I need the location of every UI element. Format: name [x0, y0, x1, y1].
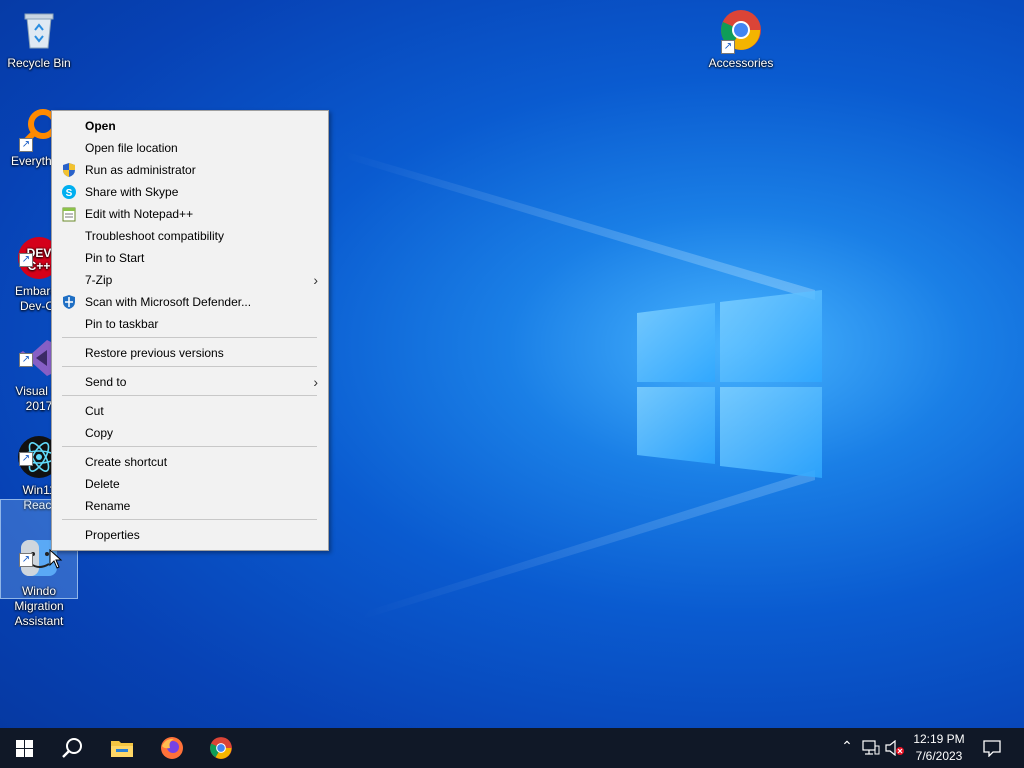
- menu-item-pin-to-start[interactable]: Pin to Start: [52, 247, 328, 269]
- clock-date: 7/6/2023: [915, 749, 963, 763]
- search-button[interactable]: [48, 728, 96, 768]
- desktop-icon-recycle-bin[interactable]: Recycle Bin: [1, 2, 77, 71]
- menu-item-label: Copy: [85, 426, 114, 440]
- menu-item-label: Run as administrator: [85, 163, 196, 177]
- menu-item-label: Pin to taskbar: [85, 317, 159, 331]
- clock-time: 12:19 PM: [913, 732, 965, 746]
- show-hidden-icons-chevron-up-icon[interactable]: ⌃: [838, 738, 856, 758]
- menu-item-label: Send to: [85, 375, 127, 389]
- desktop-icon-label: Recycle Bin: [7, 56, 71, 70]
- start-icon: [16, 740, 33, 757]
- menu-item-scan-with-defender[interactable]: Scan with Microsoft Defender...: [52, 291, 328, 313]
- menu-item-label: Scan with Microsoft Defender...: [85, 295, 252, 309]
- menu-item-label: Create shortcut: [85, 455, 168, 469]
- menu-item-rename[interactable]: Rename: [52, 495, 328, 517]
- file-explorer-button[interactable]: [98, 728, 146, 768]
- shortcut-arrow-icon: ↗: [19, 553, 33, 567]
- clock[interactable]: 12:19 PM 7/6/2023: [908, 732, 970, 763]
- menu-separator: [62, 366, 317, 367]
- menu-item-label: Restore previous versions: [85, 346, 224, 360]
- menu-item-cut[interactable]: Cut: [52, 400, 328, 422]
- menu-item-run-as-administrator[interactable]: Run as administrator: [52, 159, 328, 181]
- notepadpp-icon: [61, 206, 77, 222]
- chrome-icon: ↗: [719, 8, 763, 54]
- shield-icon: [61, 162, 77, 178]
- menu-item-create-shortcut[interactable]: Create shortcut: [52, 451, 328, 473]
- menu-item-label: Cut: [85, 404, 104, 418]
- svg-text:S: S: [66, 188, 73, 199]
- menu-item-pin-to-taskbar[interactable]: Pin to taskbar: [52, 313, 328, 335]
- shortcut-arrow-icon: ↗: [721, 40, 735, 54]
- menu-separator: [62, 519, 317, 520]
- desktop-icon-accessories[interactable]: ↗ Accessories: [703, 2, 779, 71]
- mouse-cursor-icon: [49, 549, 63, 569]
- taskbar: ⌃ 12:19 PM 7/6/2023: [0, 728, 1024, 768]
- shortcut-arrow-icon: ↗: [19, 353, 33, 367]
- menu-separator: [62, 446, 317, 447]
- skype-icon: S: [61, 184, 77, 200]
- menu-item-copy[interactable]: Copy: [52, 422, 328, 444]
- recycle-bin-icon: [17, 8, 61, 52]
- menu-item-label: Open file location: [85, 141, 178, 155]
- menu-item-label: Pin to Start: [85, 251, 145, 265]
- file-explorer-icon: [111, 741, 133, 757]
- menu-item-label: Edit with Notepad++: [85, 207, 194, 221]
- menu-item-open[interactable]: Open: [52, 115, 328, 137]
- menu-separator: [62, 395, 317, 396]
- menu-item-edit-with-notepadpp[interactable]: Edit with Notepad++: [52, 203, 328, 225]
- action-center-notification-icon[interactable]: [983, 740, 1001, 757]
- firefox-icon: [161, 737, 183, 759]
- menu-item-7-zip[interactable]: 7-Zip ›: [52, 269, 328, 291]
- menu-item-troubleshoot-compatibility[interactable]: Troubleshoot compatibility: [52, 225, 328, 247]
- shortcut-arrow-icon: ↗: [19, 452, 33, 466]
- menu-item-open-file-location[interactable]: Open file location: [52, 137, 328, 159]
- shortcut-arrow-icon: ↗: [19, 138, 33, 152]
- menu-item-label: Rename: [85, 499, 131, 513]
- menu-item-label: 7-Zip: [85, 273, 113, 287]
- menu-item-delete[interactable]: Delete: [52, 473, 328, 495]
- menu-item-send-to[interactable]: Send to ›: [52, 371, 328, 393]
- volume-muted-icon[interactable]: [885, 740, 905, 756]
- firefox-button[interactable]: [148, 728, 196, 768]
- chrome-button[interactable]: [197, 728, 245, 768]
- defender-icon: [61, 294, 77, 310]
- context-menu: Open Open file location Run as administr…: [51, 110, 329, 551]
- menu-item-label: Troubleshoot compatibility: [85, 229, 224, 243]
- network-icon[interactable]: [862, 740, 880, 756]
- menu-item-restore-previous-versions[interactable]: Restore previous versions: [52, 342, 328, 364]
- desktop-icon-label: Windo Migration Assistant: [14, 584, 64, 628]
- menu-item-label: Delete: [85, 477, 120, 491]
- menu-item-share-with-skype[interactable]: S Share with Skype: [52, 181, 328, 203]
- chevron-right-icon: ›: [313, 374, 318, 390]
- desktop-icon-label: Accessories: [708, 56, 774, 70]
- menu-item-label: Open: [85, 119, 116, 133]
- shortcut-arrow-icon: ↗: [19, 253, 33, 267]
- menu-item-label: Properties: [85, 528, 140, 542]
- search-icon: [62, 738, 82, 758]
- menu-item-label: Share with Skype: [85, 185, 179, 199]
- menu-item-properties[interactable]: Properties: [52, 524, 328, 546]
- chrome-icon: [210, 737, 232, 759]
- chevron-right-icon: ›: [313, 272, 318, 288]
- windows-logo-wallpaper: [637, 290, 822, 478]
- start-button[interactable]: [0, 728, 48, 768]
- menu-separator: [62, 337, 317, 338]
